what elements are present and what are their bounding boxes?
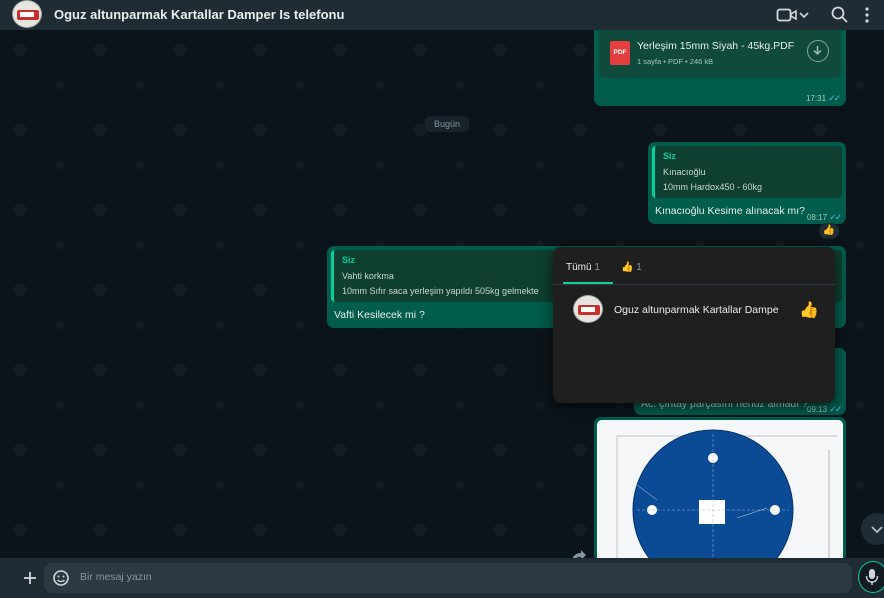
tab-thumbs-up-reactions[interactable]: 👍 1 [621, 262, 642, 273]
tab-all-reactions[interactable]: Tümü 1 [566, 262, 600, 273]
message-input-placeholder: Bir mesaj yazın [80, 571, 152, 583]
chat-title[interactable]: Oguz altunparmak Kartallar Damper Is tel… [54, 7, 344, 22]
message-time: 09:13 ✓✓ [807, 404, 842, 414]
message-composer: Bir mesaj yazın [0, 558, 884, 598]
pdf-filename: Yerleşim 15mm Siyah - 45kg.PDF [637, 40, 795, 52]
reaction-badge[interactable]: 👍 [819, 223, 839, 239]
quoted-message[interactable]: Siz Kınacıoğlu 10mm Hardox450 - 60kg [652, 146, 842, 198]
reactor-name[interactable]: Oguz altunparmak Kartallar Dampe [614, 304, 779, 316]
attach-plus-icon[interactable] [20, 568, 40, 588]
reactor-avatar [573, 295, 603, 323]
quote-line: 10mm Sıfır saca yerleşim yapıldı 505kg g… [342, 286, 539, 296]
pdf-attachment-card[interactable]: PDF Yerleşim 15mm Siyah - 45kg.PDF 1 say… [599, 30, 841, 78]
quote-line: Kınacıoğlu [663, 167, 706, 177]
read-ticks-icon: ✓✓ [829, 404, 842, 414]
message-text: Vafti Kesilecek mi ? [334, 309, 425, 321]
quote-author: Siz [663, 151, 677, 161]
forward-icon[interactable] [569, 548, 589, 558]
scroll-down-button[interactable] [861, 513, 884, 545]
download-icon[interactable] [807, 40, 829, 62]
quote-line: 10mm Hardox450 - 60kg [663, 182, 763, 192]
date-divider: Bugün [425, 116, 469, 132]
drawing-image[interactable] [597, 420, 843, 558]
quote-line: Vahti korkma [342, 271, 394, 281]
message-input[interactable] [44, 563, 852, 593]
emoji-sticker-icon[interactable] [51, 568, 71, 588]
pdf-meta: 1 sayfa • PDF • 246 kB [637, 57, 714, 66]
chat-header: Oguz altunparmak Kartallar Damper Is tel… [0, 0, 884, 30]
menu-icon[interactable] [860, 5, 874, 25]
pdf-message-bubble[interactable]: PDF Yerleşim 15mm Siyah - 45kg.PDF 1 say… [594, 30, 846, 106]
video-call-icon[interactable] [776, 5, 798, 25]
reactions-popup: Tümü 1 👍 1 Oguz altunparmak Kartallar Da… [553, 247, 835, 403]
microphone-icon [865, 569, 879, 585]
message-time: 17:31 ✓✓ [806, 93, 841, 103]
contact-avatar[interactable] [12, 0, 42, 28]
chevron-down-icon [871, 526, 883, 534]
avatar-logo-shape-inner [20, 12, 34, 17]
read-ticks-icon: ✓✓ [828, 93, 841, 103]
message-bubble-kinacioglu[interactable]: Siz Kınacıoğlu 10mm Hardox450 - 60kg Kın… [648, 142, 846, 224]
message-time: 08:17 ✓✓ [807, 212, 842, 222]
voice-record-button[interactable] [858, 561, 884, 593]
chevron-down-icon[interactable] [797, 5, 811, 25]
quote-author: Siz [342, 255, 356, 265]
image-message-bubble[interactable] [594, 417, 846, 558]
popup-divider [553, 284, 835, 285]
message-text: Kınacıoğlu Kesime alınacak mı? [655, 205, 805, 217]
reactor-emoji: 👍 [799, 302, 819, 319]
search-icon[interactable] [829, 5, 851, 25]
pdf-file-icon: PDF [610, 41, 630, 65]
read-ticks-icon: ✓✓ [829, 212, 842, 222]
